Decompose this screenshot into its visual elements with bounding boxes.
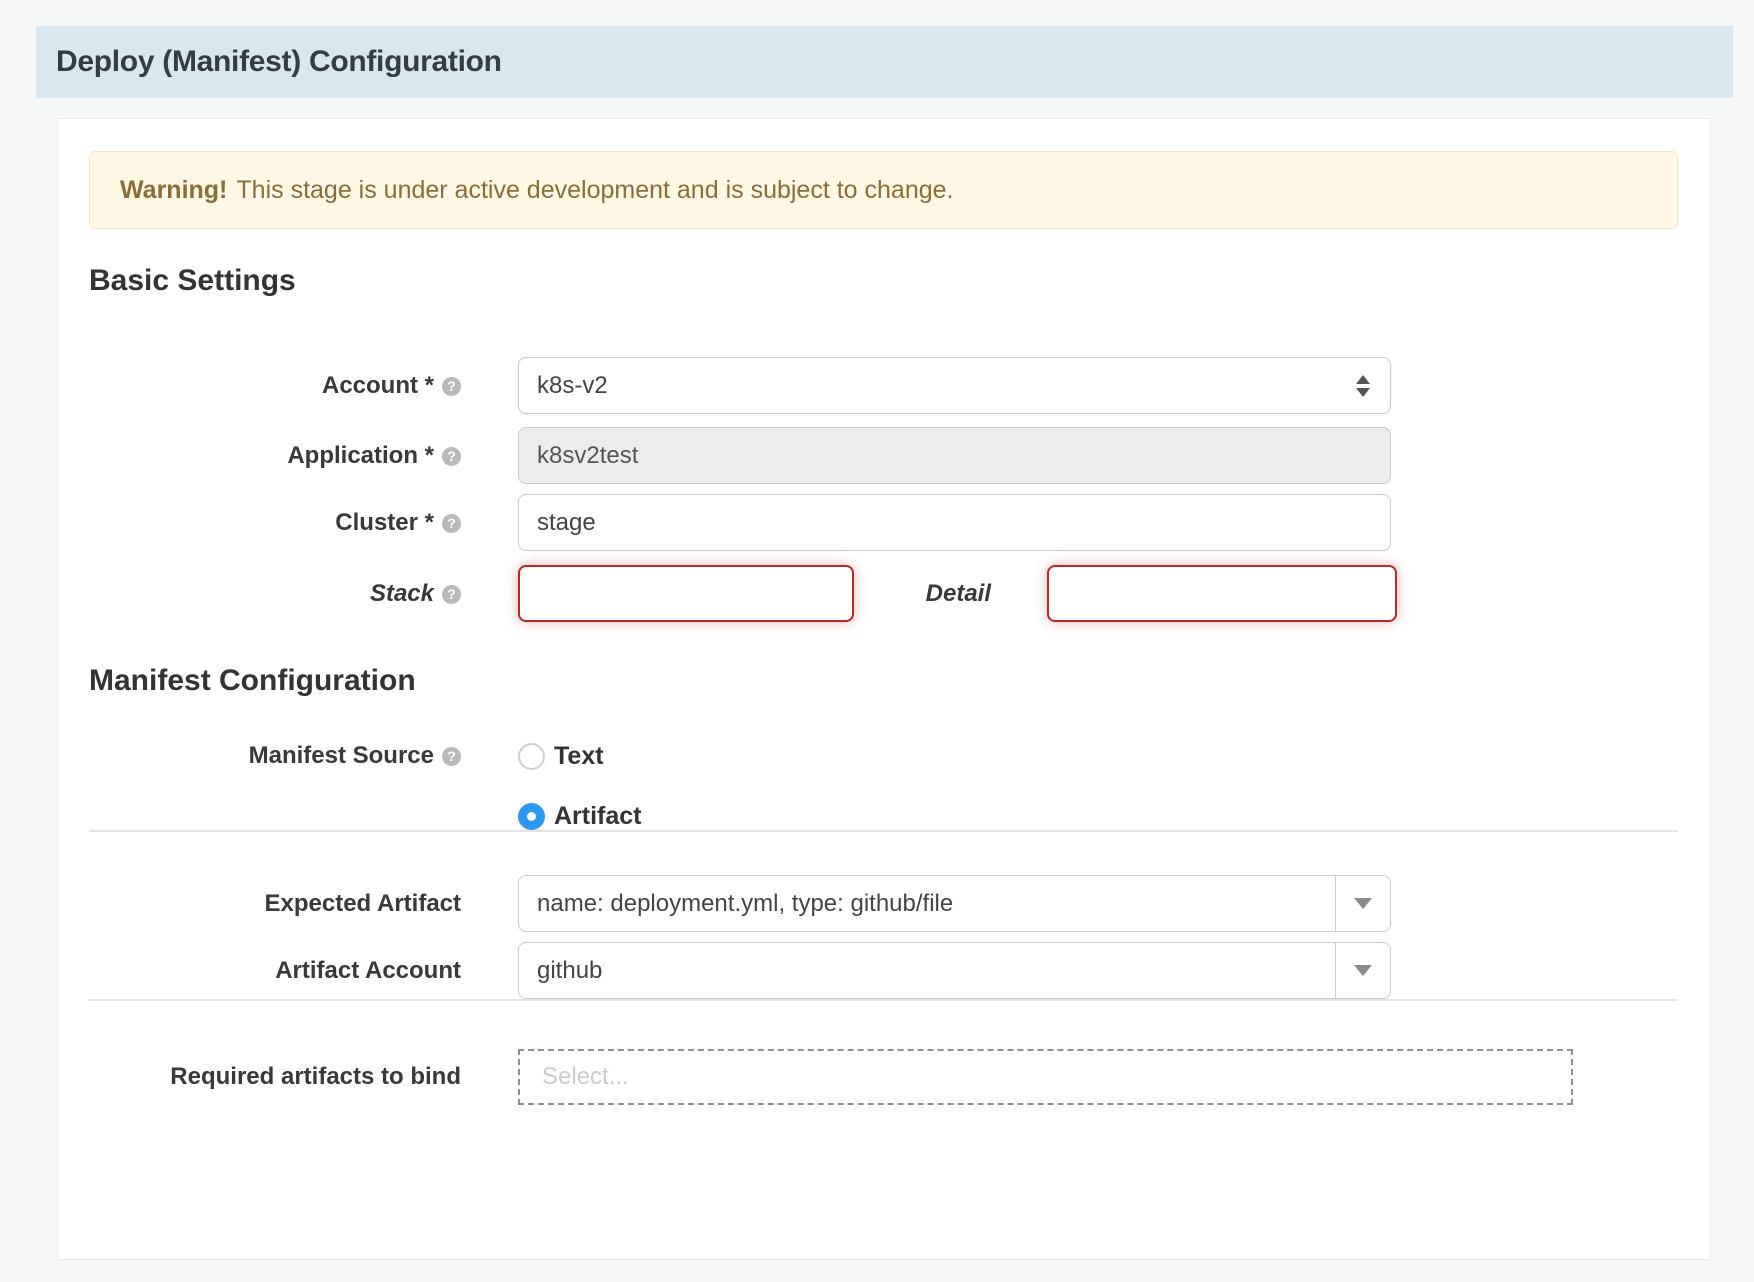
required-artifacts-label: Required artifacts to bind [89, 1063, 461, 1091]
section-divider [89, 830, 1678, 832]
select-stepper-icon [1356, 375, 1370, 397]
manifest-source-artifact-option-label: Artifact [554, 802, 642, 831]
artifact-account-label: Artifact Account [89, 957, 461, 985]
select-placeholder: Select... [542, 1063, 629, 1091]
manifest-source-text-radio[interactable]: Text [518, 742, 1391, 770]
expected-artifact-value: name: deployment.yml, type: github/file [537, 890, 953, 918]
radio-unchecked-icon[interactable] [518, 743, 545, 770]
warning-bold-label: Warning! [120, 176, 227, 205]
artifact-account-select[interactable]: github [518, 942, 1391, 999]
section-title-basic-settings: Basic Settings [89, 265, 1678, 297]
detail-label: Detail [916, 580, 991, 608]
expected-artifact-row: Expected Artifact name: deployment.yml, … [89, 875, 1678, 932]
artifact-account-row: Artifact Account github [89, 942, 1678, 999]
manifest-source-label: Manifest Source? [89, 742, 461, 770]
detail-input[interactable] [1047, 565, 1397, 622]
manifest-source-row: Manifest Source? Text Artifact [89, 742, 1678, 830]
application-help-icon[interactable]: ? [442, 447, 461, 466]
cluster-label: Cluster *? [89, 509, 461, 537]
page-title: Deploy (Manifest) Configuration [36, 45, 502, 79]
cluster-row: Cluster *? [89, 494, 1678, 551]
stack-input[interactable] [518, 565, 854, 622]
section-title-manifest-configuration: Manifest Configuration [89, 665, 1678, 697]
required-artifacts-row: Required artifacts to bind Select... [89, 1049, 1678, 1105]
panel-header: Deploy (Manifest) Configuration [36, 26, 1733, 98]
stack-help-icon[interactable]: ? [442, 585, 461, 604]
application-input [518, 427, 1391, 484]
caret-down-icon [1354, 965, 1372, 976]
manifest-source-help-icon[interactable]: ? [442, 747, 461, 766]
expected-artifact-select[interactable]: name: deployment.yml, type: github/file [518, 875, 1391, 932]
cluster-help-icon[interactable]: ? [442, 514, 461, 533]
warning-text: This stage is under active development a… [236, 176, 953, 205]
application-label: Application *? [89, 442, 461, 470]
config-card: Warning! This stage is under active deve… [57, 118, 1711, 1260]
cluster-input[interactable] [518, 494, 1391, 551]
required-artifacts-select[interactable]: Select... [518, 1049, 1573, 1105]
caret-down-icon [1354, 898, 1372, 909]
account-row: Account *? k8s-v2 [89, 357, 1678, 414]
account-help-icon[interactable]: ? [442, 377, 461, 396]
account-label: Account *? [89, 372, 461, 400]
stack-detail-row: Stack? Detail [89, 565, 1678, 622]
dropdown-caret-button[interactable] [1335, 876, 1390, 931]
artifact-account-value: github [537, 957, 602, 985]
expected-artifact-label: Expected Artifact [89, 890, 461, 918]
manifest-source-text-option-label: Text [554, 742, 604, 771]
radio-checked-icon[interactable] [518, 803, 545, 830]
stack-label: Stack? [89, 580, 461, 608]
account-select[interactable]: k8s-v2 [518, 357, 1391, 414]
section-divider [89, 999, 1678, 1001]
manifest-source-artifact-radio[interactable]: Artifact [518, 802, 1391, 830]
warning-banner: Warning! This stage is under active deve… [89, 151, 1678, 229]
dropdown-caret-button[interactable] [1335, 943, 1390, 998]
account-select-value: k8s-v2 [537, 372, 608, 400]
application-row: Application *? [89, 427, 1678, 484]
